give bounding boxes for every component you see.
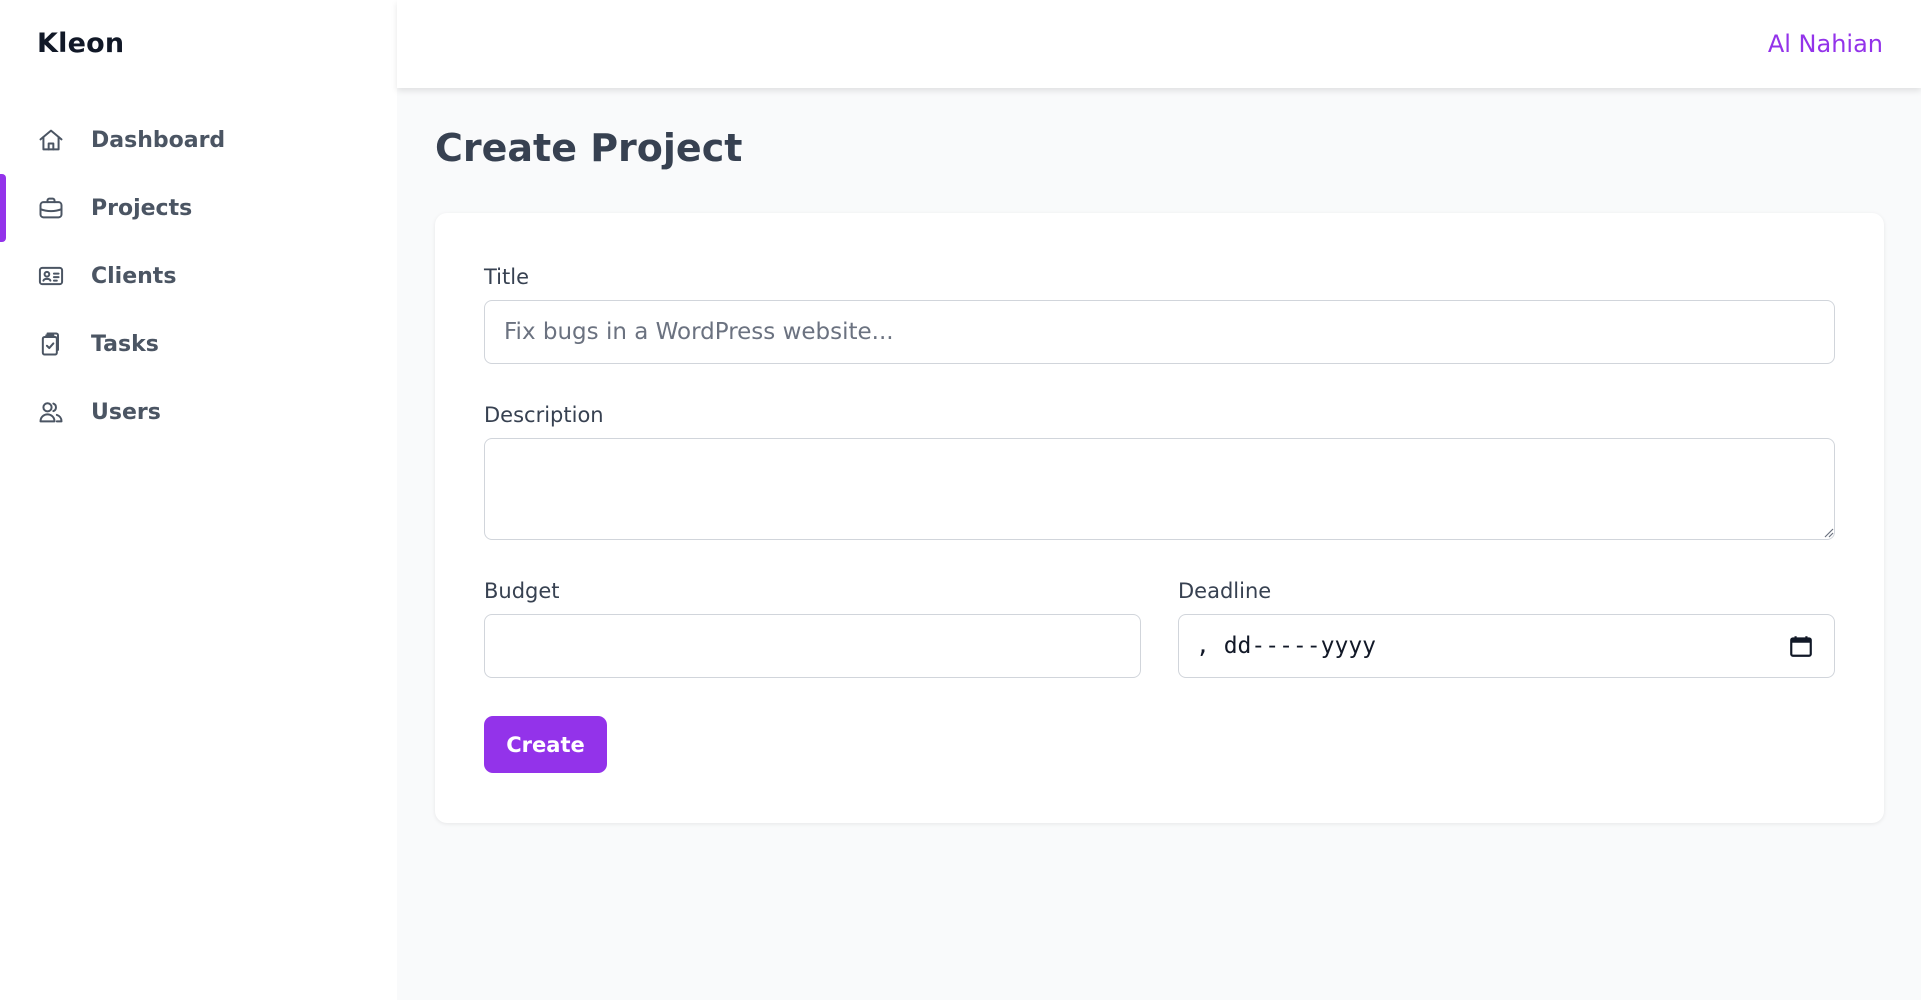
sidebar-item-projects[interactable]: Projects [0,174,397,242]
sidebar-item-label: Projects [91,195,193,221]
sidebar: Kleon Dashboard Projects Clients Tasks U… [0,0,397,1000]
title-label: Title [484,265,530,289]
deadline-placeholder: , dd-----yyyy [1196,633,1377,659]
active-indicator [0,174,6,242]
budget-label: Budget [484,579,560,603]
active-indicator [0,310,6,378]
active-indicator [0,242,6,310]
deadline-label: Deadline [1178,579,1272,603]
create-project-form: Title Description Budget Deadline , dd--… [435,213,1884,823]
sidebar-item-users[interactable]: Users [0,378,397,446]
calendar-icon[interactable] [1788,633,1814,659]
sidebar-item-label: Users [91,399,161,425]
description-label: Description [484,403,604,427]
sidebar-item-label: Tasks [91,331,159,357]
sidebar-item-tasks[interactable]: Tasks [0,310,397,378]
app-root: Kleon Dashboard Projects Clients Tasks U… [0,0,1921,1000]
title-input[interactable] [484,300,1835,364]
budget-input[interactable] [484,614,1141,678]
active-indicator [0,378,6,446]
clipboard-check-icon [37,330,65,358]
sidebar-nav: Dashboard Projects Clients Tasks Users [0,106,397,446]
user-menu[interactable]: Al Nahian [1768,30,1883,58]
home-icon [37,126,65,154]
create-button[interactable]: Create [484,716,607,773]
users-icon [37,398,65,426]
briefcase-icon [37,194,65,222]
brand-logo[interactable]: Kleon [37,28,124,59]
sidebar-item-clients[interactable]: Clients [0,242,397,310]
sidebar-item-label: Dashboard [91,127,226,153]
id-card-icon [37,262,65,290]
sidebar-item-label: Clients [91,263,177,289]
sidebar-item-dashboard[interactable]: Dashboard [0,106,397,174]
topbar: Al Nahian [397,0,1921,88]
description-textarea[interactable] [484,438,1835,540]
page-title: Create Project [435,126,743,170]
active-indicator [0,106,6,174]
resize-handle-icon[interactable] [1822,526,1834,538]
